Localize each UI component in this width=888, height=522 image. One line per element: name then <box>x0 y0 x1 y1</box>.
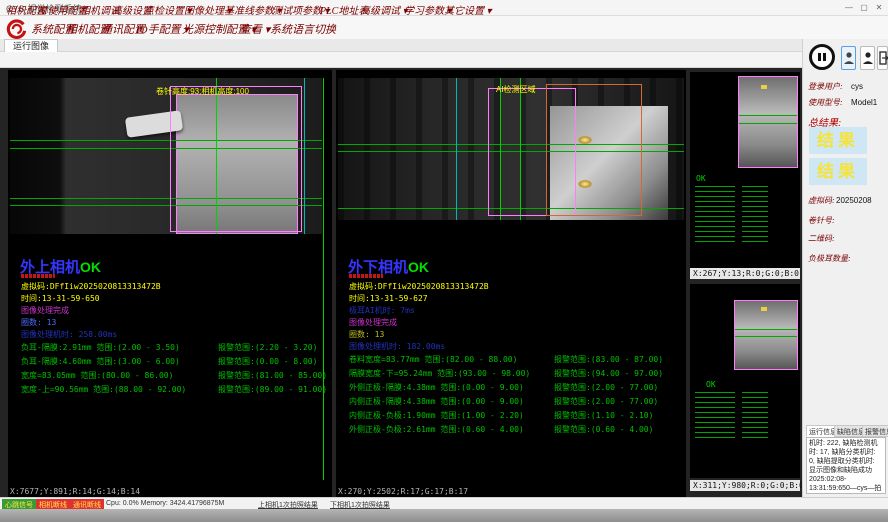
preview-top-caption: X:267;Y:13;R:0;G:0;B:0 <box>690 268 800 279</box>
mid-status-line: 图像处理完成 <box>349 317 397 328</box>
model-value: Model1 <box>851 98 877 107</box>
menu-io-config[interactable]: IO手配置 ▾ <box>136 21 189 37</box>
tool-other-settings[interactable]: 其它设置 ▾ <box>444 2 492 17</box>
mid-pixel-caption: X:270;Y:2502;R:17;G:17;B:17 <box>338 487 468 496</box>
app-window: CYS-视觉检测系统 — ▢ ✕ 系统配置 相机配置 通讯配置 IO手配置 ▾ … <box>0 0 888 522</box>
left-status-line: 图像处理完成 <box>21 305 69 316</box>
mid-ok-badge: OK <box>408 259 429 275</box>
left-red-note <box>21 274 55 278</box>
cpu-memory-text: Cpu: 0.0% Memory: 3424.41796875M <box>106 500 224 507</box>
login-user-value: cys <box>851 82 863 91</box>
mid-overlay-label: AI检测区域 <box>496 84 536 95</box>
left-proc-line: 图像处理机时: 258.00ms <box>21 329 117 340</box>
left-camera-photo: 卷针高度:93;相机高度:100 <box>10 78 322 234</box>
preview-top[interactable]: OK <box>690 72 800 268</box>
preview-bottom-ok: OK <box>706 380 716 389</box>
tab-strip: 运行图像 <box>0 39 802 52</box>
preview-top-micro-text <box>695 186 735 242</box>
app-logo-icon <box>5 18 27 40</box>
status-bar: 心跳信号 相机断线 通讯断线 Cpu: 0.0% Memory: 3424.41… <box>0 497 888 509</box>
left-code-line: 虚拟码:DFfIiw2025020813313472B <box>21 281 161 292</box>
window-bottom-edge <box>0 509 888 522</box>
preview-top-thumb <box>738 76 798 168</box>
left-camera-view[interactable]: 卷针高度:93;相机高度:100 外上相机OK 虚拟码:DFfIiw202502… <box>8 70 332 497</box>
log-tab-alarm[interactable]: 报警信息 <box>862 425 888 437</box>
comm-link-badge: 通讯断线 <box>70 499 104 509</box>
result-box-2: 结果 <box>809 158 867 185</box>
log-tabstrip: 运行信息 缺陷信息 报警信息 <box>806 425 886 437</box>
minimize-button[interactable]: — <box>842 1 856 14</box>
menu-view[interactable]: 查看 ▾ <box>240 21 270 37</box>
pause-button[interactable] <box>809 44 835 70</box>
right-panel: 登录用户: cys 使用型号: Model1 总结果: 结果 结果 虚拟码: 2… <box>802 39 888 497</box>
login-user-label: 登录用户: <box>808 81 843 92</box>
preview-bottom[interactable]: OK <box>690 284 800 478</box>
exit-door-icon <box>879 51 888 65</box>
barcode-label: 虚拟码: <box>808 195 835 206</box>
preview-top-micro-text <box>742 186 768 242</box>
mid-red-note <box>349 274 383 278</box>
camera-link-badge: 相机断线 <box>36 499 70 509</box>
main-area: 卷针高度:93;相机高度:100 外上相机OK 虚拟码:DFfIiw202502… <box>0 68 802 497</box>
left-overlay-label: 卷针高度:93;相机高度:100 <box>156 86 249 97</box>
left-pixel-caption: X:7677;Y:891;R:14;G:14;B:14 <box>10 487 140 496</box>
left-loop-line: 圈数: 13 <box>21 317 56 328</box>
mid-ai-time-line: 极耳AI机时: 7ms <box>349 305 415 316</box>
menu-language-switch[interactable]: 系统语言切换 <box>270 21 336 37</box>
person-dark-icon <box>862 51 874 65</box>
person-icon <box>843 51 855 65</box>
preview-bottom-micro-text <box>695 392 735 438</box>
exit-button[interactable] <box>877 46 888 70</box>
mid-proc-line: 图像处理机时: 182.00ms <box>349 341 445 352</box>
left-time-line: 时间:13-31-59-650 <box>21 293 100 304</box>
pin-number-label: 卷针号: <box>808 215 835 226</box>
preview-bottom-micro-text <box>742 392 768 438</box>
barcode-value: 20250208 <box>836 196 872 205</box>
log-output[interactable]: 机时: 222, 缺陷检测机时: 17, 缺陷分类机时: 0, 缺陷提取分类机时… <box>806 437 886 494</box>
neg-tab-count-label: 负极耳数量: <box>808 253 851 264</box>
result-box-1: 结果 <box>809 127 867 154</box>
heartbeat-badge: 心跳信号 <box>2 499 36 509</box>
preview-bottom-caption: X:311;Y:980;R:0;G:0;B:0 <box>690 480 800 491</box>
mid-time-line: 时间:13-31-59-627 <box>349 293 428 304</box>
user-login-button[interactable] <box>841 46 856 70</box>
left-ok-badge: OK <box>80 259 101 275</box>
qr-code-label: 二维码: <box>808 233 835 244</box>
preview-top-ok: OK <box>696 174 706 183</box>
maximize-button[interactable]: ▢ <box>857 1 871 14</box>
preview-bottom-thumb <box>734 300 798 370</box>
tool-advanced-debug[interactable]: 高级调试 ▾ <box>360 2 408 17</box>
mid-code-line: 虚拟码:DFfIiw2025020813313472B <box>349 281 489 292</box>
toolbar <box>0 52 802 68</box>
mid-camera-view[interactable]: AI检测区域 外下相机OK 虚拟码:DFfIiw2025020813313472… <box>336 70 686 497</box>
mid-camera-photo: AI检测区域 <box>338 78 684 220</box>
model-label: 使用型号: <box>808 97 843 108</box>
mid-loop-line: 圈数: 13 <box>349 329 384 340</box>
user-manage-button[interactable] <box>860 46 875 70</box>
tab-run-image[interactable]: 运行图像 <box>4 39 58 52</box>
close-button[interactable]: ✕ <box>872 1 886 14</box>
